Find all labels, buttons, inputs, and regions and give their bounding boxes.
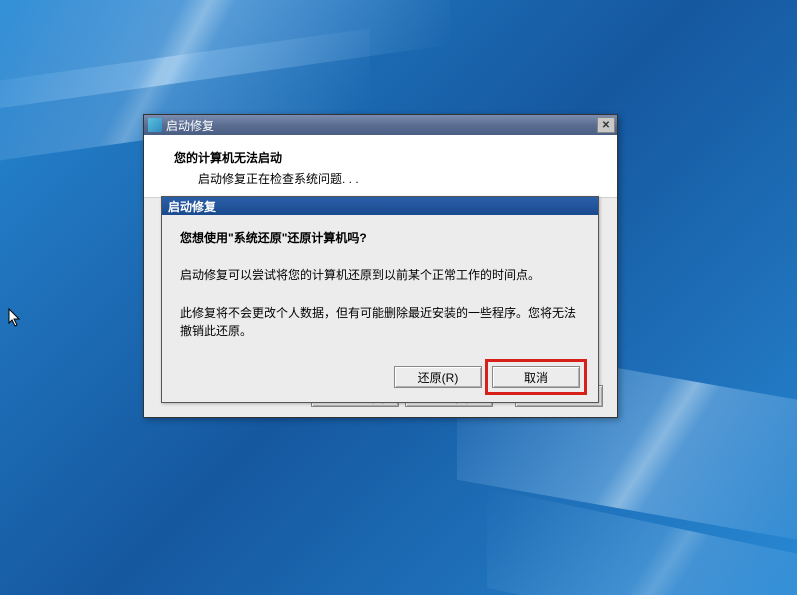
close-button[interactable]: ✕	[597, 117, 615, 133]
highlight-annotation: 取消	[485, 359, 587, 395]
main-heading: 您的计算机无法启动	[174, 149, 587, 166]
restore-button[interactable]: 还原(R)	[394, 366, 482, 388]
window-title: 启动修复	[166, 117, 214, 134]
main-content-area: 您的计算机无法启动 启动修复正在检查系统问题. . .	[144, 135, 617, 197]
system-restore-dialog: 启动修复 您想使用"系统还原"还原计算机吗? 启动修复可以尝试将您的计算机还原到…	[161, 196, 599, 403]
dialog-body: 您想使用"系统还原"还原计算机吗? 启动修复可以尝试将您的计算机还原到以前某个正…	[162, 215, 598, 402]
window-titlebar[interactable]: 启动修复 ✕	[144, 115, 617, 135]
close-icon: ✕	[602, 120, 610, 131]
window-icon	[148, 118, 162, 132]
dialog-button-row: 还原(R) 取消	[180, 360, 580, 388]
dialog-cancel-button[interactable]: 取消	[492, 366, 580, 388]
dialog-heading: 您想使用"系统还原"还原计算机吗?	[180, 229, 580, 246]
dialog-titlebar[interactable]: 启动修复	[162, 197, 598, 215]
dialog-paragraph-2: 此修复将不会更改个人数据，但有可能删除最近安装的一些程序。您将无法撤销此还原。	[180, 304, 580, 340]
main-subtext: 启动修复正在检查系统问题. . .	[174, 170, 587, 187]
dialog-title: 启动修复	[168, 198, 216, 215]
dialog-paragraph-1: 启动修复可以尝试将您的计算机还原到以前某个正常工作的时间点。	[180, 266, 580, 284]
